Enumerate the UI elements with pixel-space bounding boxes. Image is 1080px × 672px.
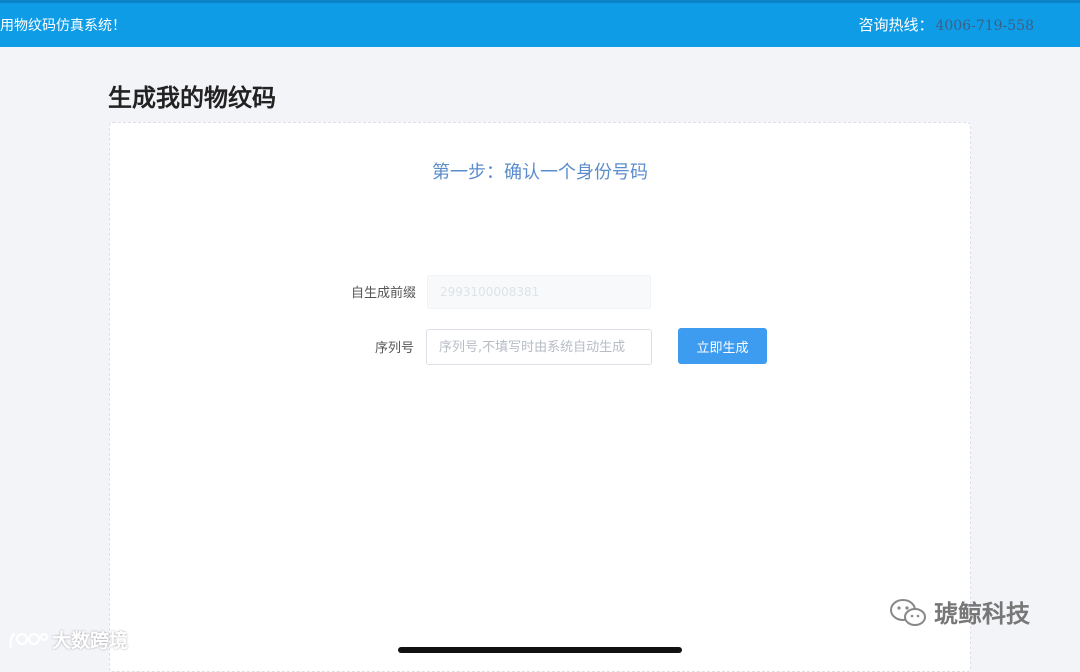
wechat-icon [890, 599, 926, 626]
step-title: 第一步：确认一个身份号码 [432, 162, 648, 183]
hotline-label: 咨询热线： [858, 16, 934, 34]
prefix-value-field: 2993100008381 [427, 275, 651, 309]
page-title: 生成我的物纹码 [108, 84, 276, 112]
hotline-number[interactable]: 4006-719-558 [935, 18, 1034, 34]
hotline: 咨询热线： 4006-719-558 [858, 14, 1034, 35]
brand-logo-icon [9, 632, 48, 649]
watermark-right: 琥鲸科技 [888, 594, 1030, 629]
generate-now-button[interactable]: 立即生成 [678, 328, 767, 364]
welcome-text: 用物纹码仿真系统！ [0, 18, 126, 34]
top-header-bar: 用物纹码仿真系统！ 咨询热线： 4006-719-558 [0, 0, 1080, 47]
home-indicator [398, 647, 682, 653]
prefix-label: 自生成前缀 [350, 286, 416, 301]
watermark-left-text: 大数跨境 [52, 630, 129, 652]
generate-form-card: 第一步：确认一个身份号码 自生成前缀 2993100008381 序列号 立即生… [109, 122, 971, 672]
serial-label: 序列号 [374, 341, 414, 356]
watermark-left: 大数跨境 [8, 626, 128, 653]
watermark-right-text: 琥鲸科技 [934, 600, 1030, 628]
serial-number-input[interactable] [426, 329, 652, 365]
